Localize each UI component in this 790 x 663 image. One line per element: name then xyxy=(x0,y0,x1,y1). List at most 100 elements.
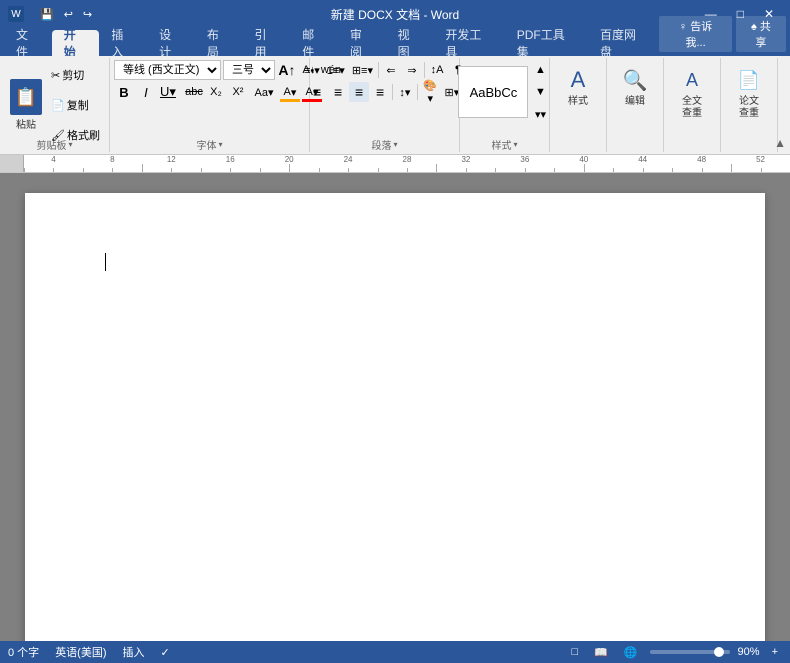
clipboard-expand-icon[interactable]: ▾ xyxy=(68,140,72,149)
title-bar-left: W 💾 ↩ ↪ xyxy=(8,6,96,23)
outline-btn[interactable]: ⊞≡▾ xyxy=(349,60,376,80)
superscript-btn[interactable]: X² xyxy=(228,82,248,102)
sort-btn[interactable]: ↕A xyxy=(427,60,447,80)
decrease-indent-btn[interactable]: ⇐ xyxy=(381,60,401,80)
ruler-mark: 40 xyxy=(579,155,588,164)
para-row1: ≡•▾ 1≡▾ ⊞≡▾ ⇐ ⇒ ↕A ¶ xyxy=(301,60,468,80)
line-spacing-btn[interactable]: ↕▾ xyxy=(395,82,415,102)
font-name-select[interactable]: 等线 (西文正文) xyxy=(114,60,221,80)
document-area[interactable] xyxy=(0,173,790,641)
bold-btn[interactable]: B xyxy=(114,82,134,102)
justify-btn[interactable]: ≡ xyxy=(370,82,390,102)
style-pane-btn[interactable]: A 样式 xyxy=(554,60,602,112)
language[interactable]: 英语(美国) xyxy=(55,644,106,660)
read-mode-btn[interactable]: 📖 xyxy=(590,645,612,660)
proof-icon: ✓ xyxy=(161,646,170,659)
paste-button[interactable]: 📋 粘贴 xyxy=(6,77,46,133)
paragraph-label: 段落 ▾ xyxy=(310,137,459,152)
cut-button[interactable]: ✂ 剪切 xyxy=(48,66,103,84)
paste-icon: 📋 xyxy=(10,79,42,115)
undo-quick-btn[interactable]: ↩ xyxy=(60,6,77,23)
shading-btn[interactable]: 🎨▾ xyxy=(420,82,441,102)
style-pane-icon: A xyxy=(562,64,594,96)
ruler-mark: 36 xyxy=(520,155,529,164)
paper-btn[interactable]: 📄 论文查重 xyxy=(725,60,773,124)
word-count: 0 个字 xyxy=(8,644,39,660)
status-bar: 0 个字 英语(美国) 插入 ✓ □ 📖 🌐 90% + xyxy=(0,641,790,663)
ruler-scale[interactable]: 481216202428323640444852 xyxy=(24,155,790,172)
tab-baidu[interactable]: 百度网盘 xyxy=(588,30,659,56)
style-pane-group: A 样式 xyxy=(550,58,607,152)
tell-me-btn[interactable]: ♀ 告诉我... xyxy=(659,16,731,52)
ribbon-collapse-btn[interactable]: ▲ xyxy=(772,134,788,152)
edit-icon: 🔍 xyxy=(619,64,651,96)
window-title: 新建 DOCX 文档 - Word xyxy=(331,6,459,23)
zoom-in-btn[interactable]: + xyxy=(768,645,782,659)
styles-expand[interactable]: ▾▾ xyxy=(530,104,550,124)
fulltext-group: A 全文查重 xyxy=(664,58,721,152)
styles-expand-icon[interactable]: ▾ xyxy=(513,140,517,149)
fulltext-btn[interactable]: A 全文查重 xyxy=(668,60,716,124)
ruler-mark: 52 xyxy=(756,155,765,164)
ruler-mark: 8 xyxy=(110,155,114,164)
tab-view[interactable]: 视图 xyxy=(386,30,434,56)
tab-mailings[interactable]: 邮件 xyxy=(290,30,338,56)
baidu-save-btn[interactable]: ☁ 保存到百度网盘 xyxy=(782,60,790,136)
print-layout-btn[interactable]: □ xyxy=(567,645,582,659)
font-grow-btn[interactable]: A↑ xyxy=(277,60,297,80)
share-btn[interactable]: ♠ 共享 xyxy=(736,16,786,52)
ruler-mark: 24 xyxy=(344,155,353,164)
zoom-thumb xyxy=(714,647,724,657)
paste-label: 粘贴 xyxy=(16,116,36,131)
tab-layout[interactable]: 布局 xyxy=(195,30,243,56)
current-style: AaBbCc xyxy=(470,85,518,100)
tab-review[interactable]: 审阅 xyxy=(338,30,386,56)
align-left-btn[interactable]: ≡ xyxy=(307,82,327,102)
subscript-btn[interactable]: X₂ xyxy=(206,82,226,102)
tab-developer[interactable]: 开发工具 xyxy=(433,30,504,56)
strikethrough-btn[interactable]: abc xyxy=(184,82,204,102)
font-size-select[interactable]: 三号 初号 小初 一号 二号 小二 三号 xyxy=(223,60,275,80)
align-right-btn[interactable]: ≡ xyxy=(349,82,369,102)
increase-indent-btn[interactable]: ⇒ xyxy=(402,60,422,80)
align-center-btn[interactable]: ≡ xyxy=(328,82,348,102)
ruler-mark: 28 xyxy=(403,155,412,164)
paragraph-expand-icon[interactable]: ▾ xyxy=(393,140,397,149)
bullets-btn[interactable]: ≡•▾ xyxy=(301,60,323,80)
quick-access-toolbar: 💾 ↩ ↪ xyxy=(36,6,96,23)
ribbon-tabs: 文件 开始 插入 设计 布局 引用 邮件 审阅 视图 开发工具 PDF工具集 百… xyxy=(0,28,790,56)
para-sep2 xyxy=(424,62,425,78)
zoom-slider[interactable] xyxy=(650,650,730,654)
case-btn[interactable]: Aa▾ xyxy=(254,82,274,102)
style-pane-label: 样式 xyxy=(568,96,588,108)
right-groups: A 样式 🔍 编辑 A 全文查重 📄 论文查重 xyxy=(550,58,790,152)
insert-mode[interactable]: 插入 xyxy=(123,644,145,660)
copy-button[interactable]: 📄 复制 xyxy=(48,96,103,114)
font-expand-icon[interactable]: ▾ xyxy=(218,140,222,149)
tab-insert[interactable]: 插入 xyxy=(99,30,147,56)
styles-gallery[interactable]: AaBbCc xyxy=(458,66,528,118)
web-layout-btn[interactable]: 🌐 xyxy=(620,645,642,660)
tab-references[interactable]: 引用 xyxy=(243,30,291,56)
fulltext-label: 全文查重 xyxy=(682,96,702,120)
tab-home[interactable]: 开始 xyxy=(52,30,100,56)
tab-file[interactable]: 文件 xyxy=(4,30,52,56)
ruler-mark: 20 xyxy=(285,155,294,164)
clipboard-group: 📋 粘贴 ✂ 剪切 📄 复制 🖌 格式刷 剪贴板 ▾ xyxy=(0,58,110,152)
styles-scroll-up[interactable]: ▲ xyxy=(530,60,550,80)
styles-label: 样式 ▾ xyxy=(460,137,549,152)
highlight-btn[interactable]: A▾ xyxy=(280,82,300,102)
redo-quick-btn[interactable]: ↪ xyxy=(79,6,96,23)
font-row1: 等线 (西文正文) 三号 初号 小初 一号 二号 小二 三号 A↑ A↓ wén xyxy=(114,60,305,80)
save-quick-btn[interactable]: 💾 xyxy=(36,6,58,23)
italic-btn[interactable]: I xyxy=(136,82,156,102)
tab-pdf[interactable]: PDF工具集 xyxy=(505,30,588,56)
styles-scroll-down[interactable]: ▼ xyxy=(530,82,550,102)
tab-design[interactable]: 设计 xyxy=(147,30,195,56)
paragraph-group: ≡•▾ 1≡▾ ⊞≡▾ ⇐ ⇒ ↕A ¶ ≡ ≡ ≡ ≡ ↕▾ 🎨▾ ⊞▾ 段落… xyxy=(310,58,460,152)
numbering-btn[interactable]: 1≡▾ xyxy=(324,60,348,80)
document-page[interactable] xyxy=(25,193,765,641)
underline-btn[interactable]: U▾ xyxy=(158,82,178,102)
ruler-mark: 4 xyxy=(51,155,55,164)
edit-btn[interactable]: 🔍 编辑 xyxy=(611,60,659,112)
